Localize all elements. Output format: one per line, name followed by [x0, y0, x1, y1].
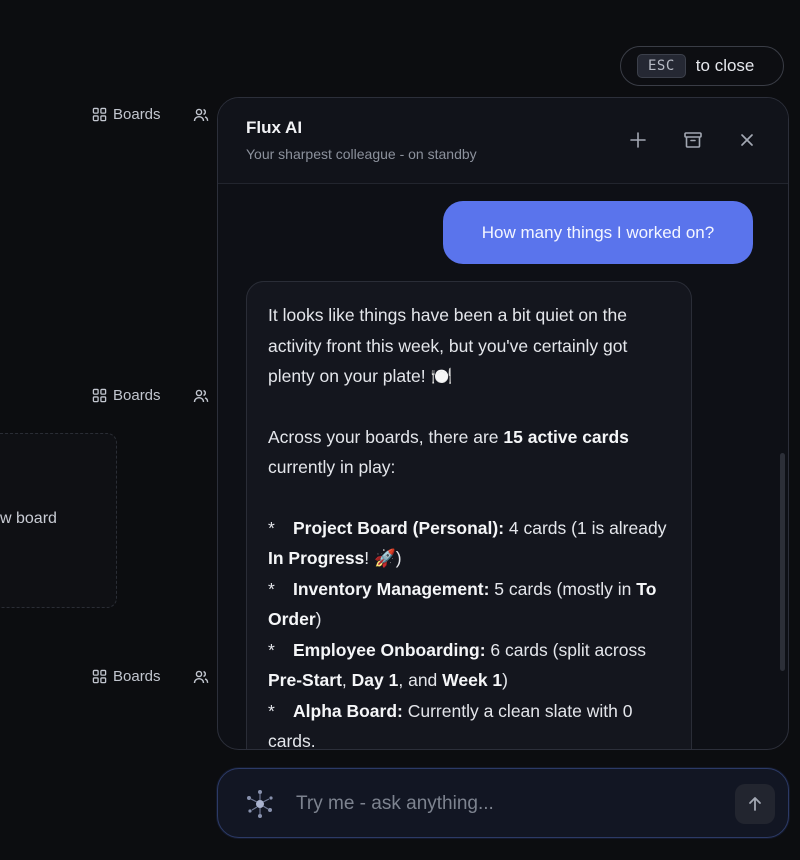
app-root: Boards Boards w board Boards ESC to clos…: [0, 0, 800, 860]
boards-label: Boards: [113, 387, 161, 404]
board-group-row[interactable]: Boards: [92, 106, 209, 123]
plus-icon: [630, 132, 646, 148]
boards-grid-icon: [92, 388, 107, 403]
list-item: * Alpha Board: Currently a clean slate wi…: [268, 700, 633, 750]
list-item: * Employee Onboarding: 6 cards (split acr…: [268, 639, 646, 691]
send-button[interactable]: [735, 784, 775, 824]
user-message: How many things I worked on?: [443, 201, 753, 264]
boards-label: Boards: [113, 668, 161, 685]
close-icon: [741, 134, 753, 146]
chat-title: Flux AI: [246, 118, 303, 137]
ai-sparkle-icon: [247, 790, 273, 818]
chat-input[interactable]: [296, 787, 716, 821]
ai-intro: It looks like things have been a bit qui…: [268, 305, 628, 386]
members-icon: [193, 670, 208, 683]
esc-key: ESC: [637, 54, 686, 78]
new-board-label[interactable]: w board: [0, 510, 57, 528]
ai-message: It looks like things have been a bit qui…: [246, 281, 692, 750]
list-item: * Inventory Management: 5 cards (mostly i…: [268, 578, 657, 630]
chat-subtitle: Your sharpest colleague - on standby: [246, 146, 477, 162]
ai-summary: Across your boards, there are 15 active …: [268, 426, 629, 478]
archive-icon: [684, 132, 702, 148]
boards-grid-icon: [92, 669, 107, 684]
archive-button[interactable]: [681, 128, 705, 152]
esc-hint-text: to close: [695, 56, 755, 75]
board-group-row[interactable]: Boards: [92, 387, 209, 404]
close-chat-button[interactable]: [735, 128, 759, 152]
new-chat-button[interactable]: [626, 128, 650, 152]
members-icon: [193, 389, 208, 402]
boards-label: Boards: [113, 106, 161, 123]
chat-input-bar: [217, 768, 789, 838]
boards-grid-icon: [92, 107, 107, 122]
esc-close-hint[interactable]: ESC to close: [620, 46, 784, 86]
chat-scrollbar[interactable]: [780, 453, 785, 671]
chat-header: Flux AI Your sharpest colleague - on sta…: [218, 98, 788, 184]
members-icon: [193, 108, 208, 121]
arrow-up-icon: [749, 797, 761, 811]
list-item: * Project Board (Personal): 4 cards (1 is…: [268, 517, 667, 569]
ai-chat-panel: Flux AI Your sharpest colleague - on sta…: [217, 97, 789, 750]
board-group-row[interactable]: Boards: [92, 668, 209, 685]
